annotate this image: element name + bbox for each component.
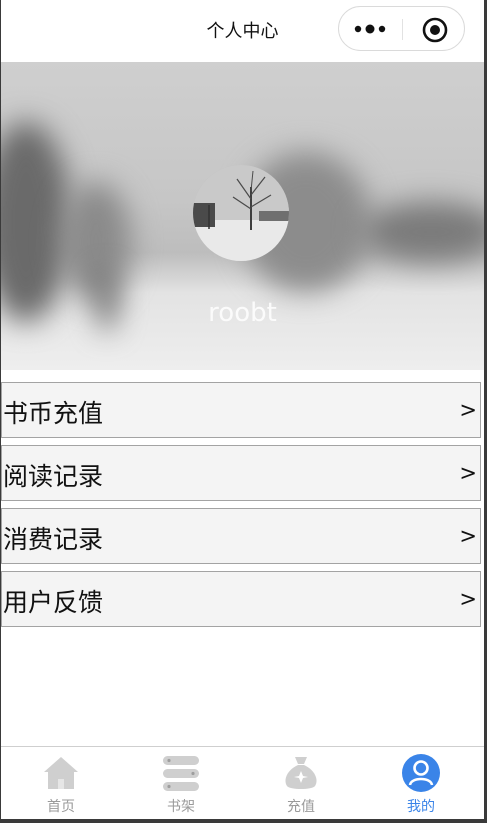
tab-label: 书架 xyxy=(167,799,195,815)
mini-program-capsule xyxy=(338,6,465,51)
menu-item-reading-history[interactable]: 阅读记录 > xyxy=(1,445,481,501)
chevron-right-icon: > xyxy=(459,461,477,485)
home-icon xyxy=(44,757,78,789)
user-icon xyxy=(402,754,440,792)
menu-item-label: 阅读记录 xyxy=(3,462,104,491)
profile-banner: roobt xyxy=(1,62,484,370)
bottom-tab-bar: 首页 书架 充值 我的 xyxy=(1,746,484,820)
tab-recharge[interactable]: 充值 xyxy=(241,747,361,820)
menu-item-feedback[interactable]: 用户反馈 > xyxy=(1,571,481,627)
menu-item-purchase-history[interactable]: 消费记录 > xyxy=(1,508,481,564)
tab-me[interactable]: 我的 xyxy=(361,747,481,820)
tab-bookshelf[interactable]: 书架 xyxy=(121,747,241,820)
navigation-bar: 个人中心 xyxy=(1,0,484,62)
profile-menu: 书币充值 > 阅读记录 > 消费记录 > 用户反馈 > xyxy=(1,382,481,634)
more-options-icon[interactable] xyxy=(353,20,389,38)
avatar-image xyxy=(193,165,289,261)
menu-item-label: 消费记录 xyxy=(3,525,104,554)
tab-label: 充值 xyxy=(287,799,315,815)
tab-label: 我的 xyxy=(407,799,435,815)
banner-blur-tree xyxy=(61,182,131,302)
chevron-right-icon: > xyxy=(459,524,477,548)
menu-item-label: 用户反馈 xyxy=(3,588,104,617)
capsule-divider xyxy=(402,19,403,40)
tab-home[interactable]: 首页 xyxy=(1,747,121,820)
avatar[interactable] xyxy=(193,165,289,261)
window-frame-bottom xyxy=(0,819,487,823)
money-bag-icon xyxy=(285,757,317,789)
close-mini-program-icon[interactable] xyxy=(422,17,448,43)
banner-blur-tree-left xyxy=(1,122,71,322)
chevron-right-icon: > xyxy=(459,398,477,422)
chevron-right-icon: > xyxy=(459,587,477,611)
menu-item-label: 书币充值 xyxy=(3,399,104,428)
banner-blur-treeline xyxy=(361,202,484,262)
tab-label: 首页 xyxy=(47,799,75,815)
menu-item-recharge[interactable]: 书币充值 > xyxy=(1,382,481,438)
bookshelf-icon xyxy=(163,756,199,791)
username: roobt xyxy=(208,298,277,328)
